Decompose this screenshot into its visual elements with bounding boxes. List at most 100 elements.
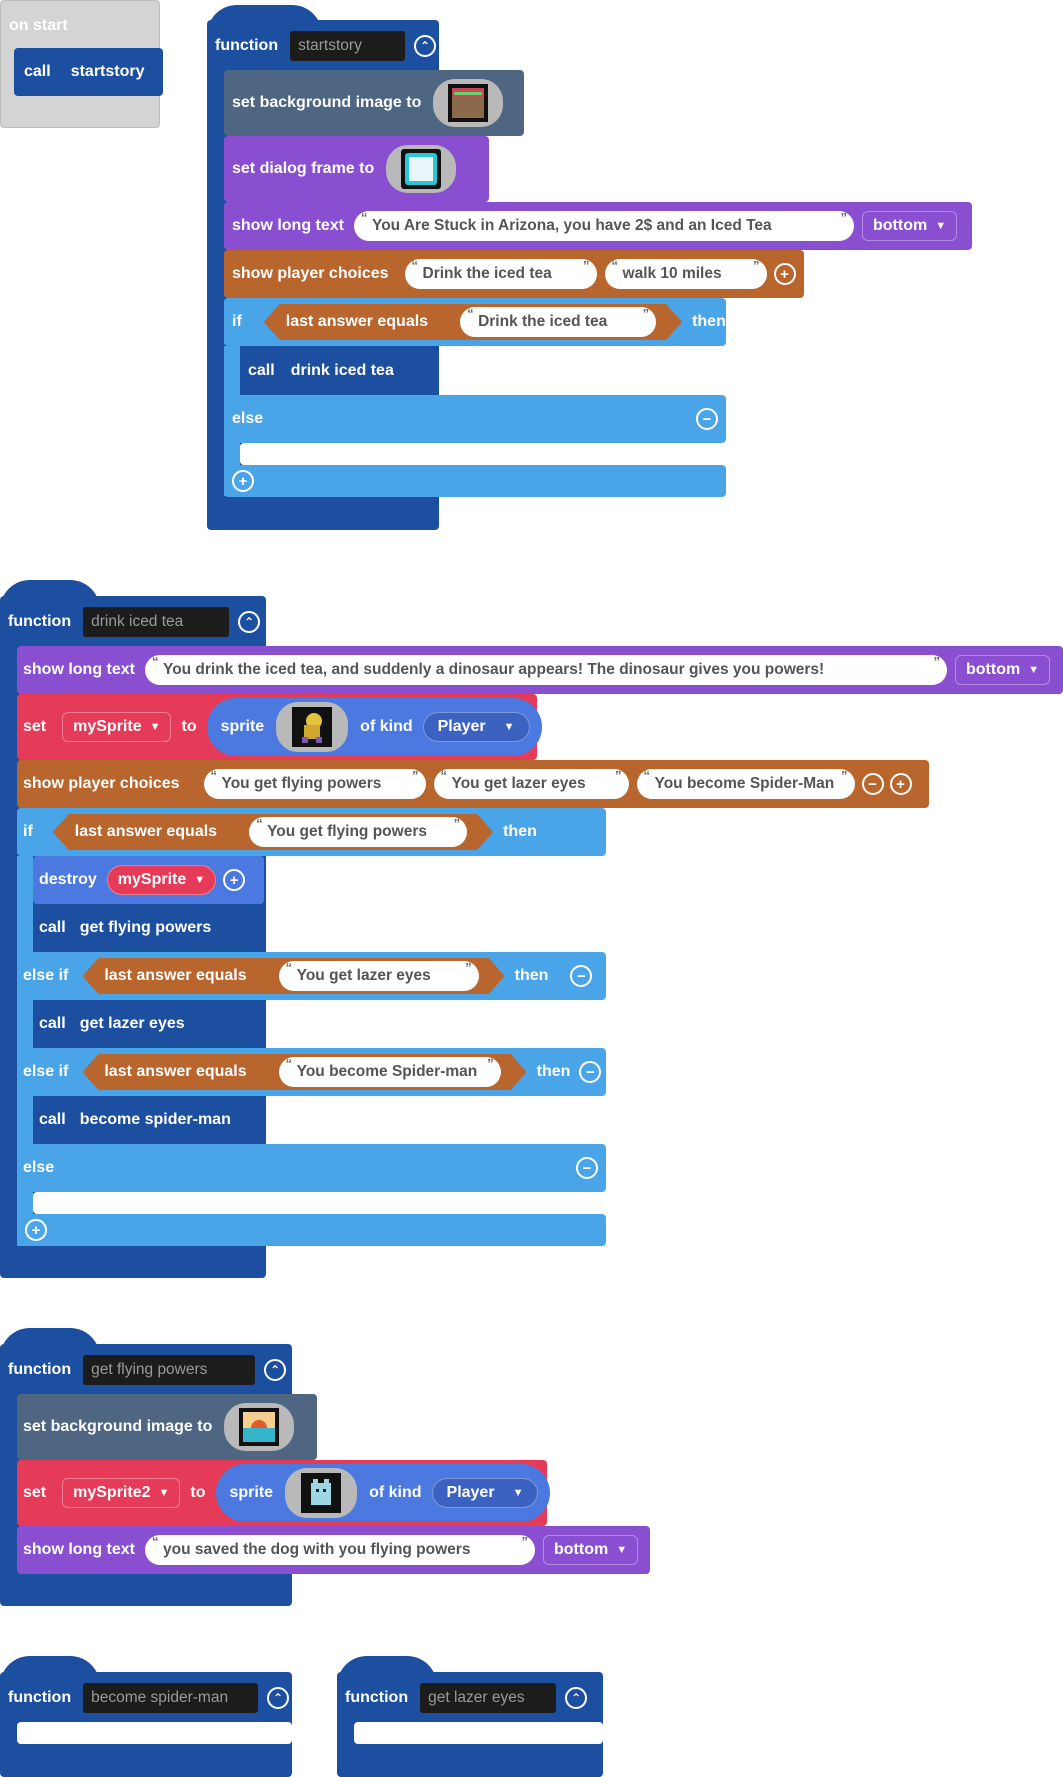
show-player-choices-block[interactable]: show player choices You get flying power… [17,760,929,808]
call-drink-iced-tea-block[interactable]: call drink iced tea [240,347,422,395]
set-sprite-block[interactable]: set mySprite ▼ to sprite of kind Player ▼ [17,694,542,760]
function-name-field[interactable]: get lazer eyes [420,1683,557,1713]
function-startstory-header[interactable]: function startstory ⌃ [207,24,439,68]
position-dropdown[interactable]: bottom ▼ [955,655,1051,685]
if-header[interactable]: if last answer equals You get flying pow… [17,808,606,856]
else-keyword: else [232,410,264,427]
function-drink-iced-tea-header[interactable]: function drink iced tea ⌃ [0,600,266,644]
show-player-choices-block[interactable]: show player choices Drink the iced tea w… [224,250,804,298]
set-background-block[interactable]: set background image to [17,1394,317,1460]
collapse-icon[interactable]: ⌃ [267,1687,289,1709]
function-become-spider-man-header[interactable]: function become spider-man ⌃ [0,1676,292,1720]
function-get-lazer-eyes-header[interactable]: function get lazer eyes ⌃ [337,1676,603,1720]
set-dialog-frame-label: set dialog frame to [232,160,375,177]
choice-input-1[interactable]: Drink the iced tea [404,251,597,289]
choice-input-1[interactable]: You get flying powers [203,761,426,799]
add-else-if-icon[interactable]: + [25,1219,47,1241]
long-text-input[interactable]: You Are Stuck in Arizona, you have 2$ an… [354,203,854,241]
destroy-block[interactable]: destroy mySprite ▼ + [33,856,264,904]
set-sprite-block[interactable]: set mySprite2 ▼ to sprite of kind Player ▼ [17,1460,551,1526]
collapse-icon[interactable]: ⌃ [565,1687,588,1709]
remove-else-icon[interactable]: − [696,408,718,430]
set-background-block[interactable]: set background image to [224,70,524,136]
function-name-field[interactable]: get flying powers [83,1355,256,1385]
expand-destroy-icon[interactable]: + [223,869,246,891]
choice-input-2[interactable]: You get lazer eyes [433,761,629,799]
function-name-field[interactable]: drink iced tea [83,607,230,637]
last-answer-value[interactable]: Drink the iced tea [460,307,656,337]
show-long-text-block[interactable]: show long text you saved the dog with yo… [17,1526,650,1574]
choice-input-2[interactable]: walk 10 miles [604,251,767,289]
if-footer[interactable]: + [224,465,726,497]
background-image-thumbnail[interactable] [224,1403,295,1451]
else-if-1-header[interactable]: else if last answer equals You get lazer… [17,952,606,1000]
last-answer-value[interactable]: You get lazer eyes [279,961,479,991]
position-dropdown[interactable]: bottom ▼ [862,211,958,241]
if-header[interactable]: if last answer equals Drink the iced tea… [224,298,726,346]
sprite-create-block[interactable]: sprite of kind Player ▼ [206,698,542,756]
set-dialog-frame-block[interactable]: set dialog frame to [224,136,489,202]
on-start-call-block[interactable]: call startstory [14,48,163,96]
call-get-flying-powers-block[interactable]: call get flying powers [33,904,241,952]
remove-else-if-icon[interactable]: − [579,1061,602,1083]
remove-else-icon[interactable]: − [576,1157,598,1179]
long-text-input[interactable]: You drink the iced tea, and suddenly a d… [145,647,947,685]
call-target: become spider-man [79,1111,231,1128]
remove-choice-icon[interactable]: − [861,773,884,795]
last-answer-condition[interactable]: last answer equals You become Spider-man [82,1054,526,1090]
call-become-spider-man-block[interactable]: call become spider-man [33,1096,241,1144]
set-background-label: set background image to [232,94,422,111]
show-long-text-label: show long text [232,217,344,234]
then-keyword: then [536,1063,571,1080]
show-long-text-block[interactable]: show long text You drink the iced tea, a… [17,646,1063,694]
variable-dropdown[interactable]: mySprite ▼ [62,712,172,742]
last-answer-value[interactable]: You become Spider-man [279,1057,501,1087]
show-player-choices-label: show player choices [232,265,389,282]
function-get-flying-powers-header[interactable]: function get flying powers ⌃ [0,1348,292,1392]
else-header[interactable]: else − [17,1144,606,1192]
else-if-2-header[interactable]: else if last answer equals You become Sp… [17,1048,606,1096]
destroy-variable-dropdown[interactable]: mySprite ▼ [106,865,217,895]
collapse-icon[interactable]: ⌃ [264,1359,287,1381]
collapse-icon[interactable]: ⌃ [238,611,261,633]
last-answer-condition[interactable]: last answer equals You get lazer eyes [82,958,504,994]
set-background-label: set background image to [23,1418,213,1435]
last-answer-condition[interactable]: last answer equals Drink the iced tea [264,304,682,340]
set-keyword: set [23,718,47,735]
kind-dropdown[interactable]: Player ▼ [422,712,530,742]
function-keyword: function [8,1361,72,1378]
sprite-create-block[interactable]: sprite of kind Player ▼ [215,1464,551,1522]
sprite-image-thumbnail[interactable] [285,1468,358,1518]
last-answer-condition[interactable]: last answer equals You get flying powers [53,814,493,850]
show-long-text-label: show long text [23,1541,135,1558]
dialog-frame-thumbnail[interactable] [386,145,457,193]
function-name-field[interactable]: startstory [290,31,406,61]
to-keyword: to [190,1484,206,1501]
background-image-thumbnail[interactable] [433,79,504,127]
sprite-keyword: sprite [229,1484,274,1501]
sprite-image-thumbnail[interactable] [276,702,349,752]
add-choice-icon[interactable]: + [889,773,912,795]
call-target: get flying powers [79,919,212,936]
chevron-down-icon: ▼ [1028,664,1040,676]
add-else-if-icon[interactable]: + [232,470,254,492]
position-dropdown[interactable]: bottom ▼ [543,1535,639,1565]
add-choice-icon[interactable]: + [773,263,796,285]
choice-input-3[interactable]: You become Spider-Man [636,761,855,799]
last-answer-value[interactable]: You get flying powers [249,817,467,847]
remove-else-if-icon[interactable]: − [570,965,593,987]
if-footer[interactable]: + [17,1214,606,1246]
kind-dropdown[interactable]: Player ▼ [431,1478,539,1508]
collapse-icon[interactable]: ⌃ [414,35,436,57]
call-get-lazer-eyes-block[interactable]: call get lazer eyes [33,1000,215,1048]
show-long-text-block[interactable]: show long text You Are Stuck in Arizona,… [224,202,972,250]
chevron-down-icon: ▼ [935,220,947,232]
of-kind-keyword: of kind [369,1484,422,1501]
function-name-field[interactable]: become spider-man [83,1683,259,1713]
position-value: bottom [873,217,928,234]
else-header[interactable]: else − [224,395,726,443]
call-keyword: call [39,919,66,936]
last-answer-label: last answer equals [104,1063,247,1080]
long-text-input[interactable]: you saved the dog with you flying powers [145,1527,535,1565]
variable-dropdown[interactable]: mySprite2 ▼ [62,1478,181,1508]
